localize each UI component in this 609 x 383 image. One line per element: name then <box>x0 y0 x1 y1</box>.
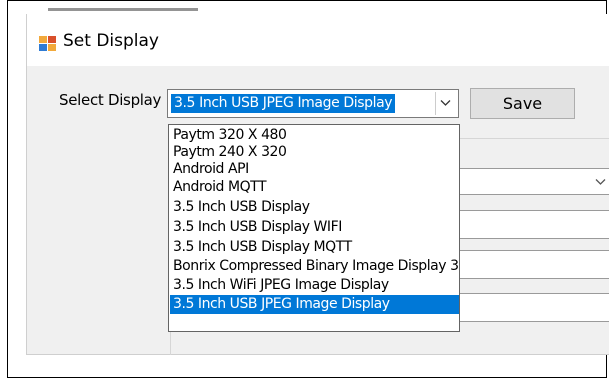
display-combobox[interactable]: 3.5 Inch USB JPEG Image Display <box>167 89 459 118</box>
dropdown-option[interactable]: 3.5 Inch USB Display WIFI <box>170 218 459 237</box>
combobox-selected-value: 3.5 Inch USB JPEG Image Display <box>171 94 396 113</box>
dropdown-option[interactable]: 3.5 Inch USB Display MQTT <box>170 238 459 257</box>
dropdown-option-selected[interactable]: 3.5 Inch USB JPEG Image Display <box>170 295 459 314</box>
settings-select[interactable] <box>459 168 609 195</box>
title-bar: Set Display <box>27 14 609 66</box>
display-options-list[interactable]: Paytm 320 X 480 Paytm 240 X 320 Android … <box>168 124 460 332</box>
set-display-window: Set Display Select Display 3.5 Inch USB … <box>26 14 609 355</box>
settings-field-1[interactable] <box>459 210 609 239</box>
window-title: Set Display <box>63 31 159 51</box>
dropdown-option[interactable]: 3.5 Inch USB Display <box>170 198 459 217</box>
window-app-icon <box>39 36 56 51</box>
chevron-down-icon <box>440 100 451 106</box>
dropdown-option[interactable]: 3.5 Inch WiFi JPEG Image Display <box>170 276 459 295</box>
dropdown-option[interactable]: Android API <box>170 160 459 179</box>
save-button[interactable]: Save <box>470 88 575 119</box>
dropdown-option[interactable]: Bonrix Compressed Binary Image Display 3 <box>170 257 459 276</box>
combobox-dropdown-button[interactable] <box>435 92 456 115</box>
dropdown-option[interactable]: Android MQTT <box>170 178 459 197</box>
chevron-down-icon <box>595 179 606 185</box>
settings-field-3[interactable] <box>459 293 609 322</box>
settings-field-2[interactable] <box>459 250 609 279</box>
select-display-label: Select Display <box>59 91 162 109</box>
